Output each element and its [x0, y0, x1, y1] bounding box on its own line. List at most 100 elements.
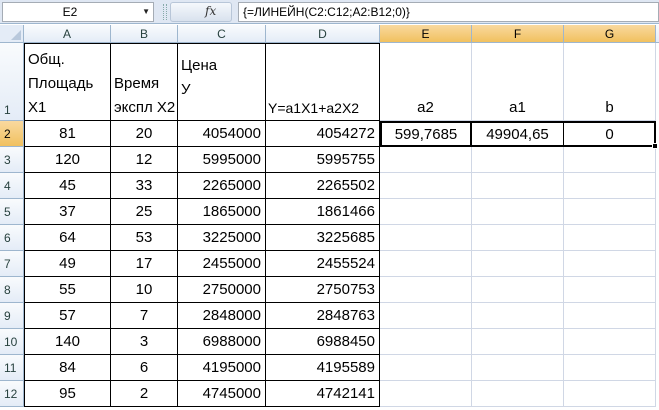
data-cell[interactable]: 5995000 [178, 147, 266, 173]
data-cell[interactable]: 4195589 [266, 355, 380, 381]
empty-cell[interactable] [472, 225, 564, 251]
data-cell[interactable]: 49 [24, 251, 111, 277]
row-header-1[interactable]: 1 [0, 43, 24, 121]
empty-cell[interactable] [564, 225, 656, 251]
data-cell[interactable]: 6988450 [266, 329, 380, 355]
insert-function-icon[interactable]: fx [205, 2, 216, 20]
data-cell[interactable]: 20 [111, 121, 178, 147]
data-cell[interactable]: 25 [111, 199, 178, 225]
column-header-D[interactable]: D [266, 25, 380, 43]
empty-cell[interactable] [564, 147, 656, 173]
empty-cell[interactable] [472, 329, 564, 355]
data-cell[interactable]: 64 [24, 225, 111, 251]
empty-cell[interactable] [472, 277, 564, 303]
empty-cell[interactable] [380, 147, 472, 173]
data-cell[interactable]: 6 [111, 355, 178, 381]
select-all-corner[interactable] [0, 25, 24, 43]
row-header-11[interactable]: 11 [0, 355, 24, 381]
header-cell-A[interactable]: Общ. Площадь Х1 [24, 43, 111, 121]
data-cell[interactable]: 3225685 [266, 225, 380, 251]
data-cell[interactable]: 81 [24, 121, 111, 147]
data-cell[interactable]: 4742141 [266, 381, 380, 407]
data-cell[interactable]: 55 [24, 277, 111, 303]
data-cell[interactable]: 37 [24, 199, 111, 225]
data-cell[interactable]: 2265502 [266, 173, 380, 199]
empty-cell[interactable] [564, 381, 656, 407]
empty-cell[interactable] [472, 251, 564, 277]
empty-cell[interactable] [564, 199, 656, 225]
empty-cell[interactable] [564, 303, 656, 329]
row-header-4[interactable]: 4 [0, 173, 24, 199]
row-header-10[interactable]: 10 [0, 329, 24, 355]
empty-cell[interactable] [380, 199, 472, 225]
empty-cell[interactable] [472, 303, 564, 329]
data-cell[interactable]: 57 [24, 303, 111, 329]
empty-cell[interactable] [472, 173, 564, 199]
empty-cell[interactable] [564, 251, 656, 277]
data-cell[interactable]: 3225000 [178, 225, 266, 251]
header-cell-D[interactable]: Y=a1X1+a2X2 [266, 43, 380, 121]
data-cell[interactable]: 4054000 [178, 121, 266, 147]
data-cell[interactable]: 33 [111, 173, 178, 199]
data-cell[interactable]: 3 [111, 329, 178, 355]
data-cell[interactable]: 4195000 [178, 355, 266, 381]
header-cell-E[interactable]: a2 [380, 43, 472, 121]
row-header-9[interactable]: 9 [0, 303, 24, 329]
formula-bar-splitter[interactable] [163, 4, 167, 20]
header-cell-F[interactable]: a1 [472, 43, 564, 121]
data-cell[interactable]: 2265000 [178, 173, 266, 199]
data-cell[interactable]: 2750000 [178, 277, 266, 303]
column-header-F[interactable]: F [472, 25, 564, 43]
name-box[interactable]: E2 ▼ [2, 2, 154, 22]
data-cell[interactable]: 2 [111, 381, 178, 407]
formula-input[interactable]: {=ЛИНЕЙН(C2:C12;A2:B12;0)} [238, 2, 659, 22]
data-cell[interactable]: 1861466 [266, 199, 380, 225]
data-cell[interactable]: 120 [24, 147, 111, 173]
column-header-C[interactable]: C [178, 25, 266, 43]
empty-cell[interactable] [380, 251, 472, 277]
data-cell[interactable]: 2848763 [266, 303, 380, 329]
empty-cell[interactable] [472, 147, 564, 173]
data-cell[interactable]: 2848000 [178, 303, 266, 329]
row-header-3[interactable]: 3 [0, 147, 24, 173]
name-box-dropdown-icon[interactable]: ▼ [142, 3, 150, 21]
empty-cell[interactable] [472, 381, 564, 407]
column-header-E[interactable]: E [380, 25, 472, 43]
data-cell[interactable]: 53 [111, 225, 178, 251]
empty-cell[interactable] [380, 303, 472, 329]
data-cell[interactable]: 12 [111, 147, 178, 173]
empty-cell[interactable] [564, 329, 656, 355]
data-cell[interactable]: 4054272 [266, 121, 380, 147]
data-cell[interactable]: 140 [24, 329, 111, 355]
row-header-5[interactable]: 5 [0, 199, 24, 225]
row-header-6[interactable]: 6 [0, 225, 24, 251]
column-header-B[interactable]: B [111, 25, 178, 43]
empty-cell[interactable] [564, 173, 656, 199]
empty-cell[interactable] [380, 277, 472, 303]
empty-cell[interactable] [380, 381, 472, 407]
data-cell[interactable]: 4745000 [178, 381, 266, 407]
empty-cell[interactable] [564, 355, 656, 381]
header-cell-G[interactable]: b [564, 43, 656, 121]
column-header-G[interactable]: G [564, 25, 656, 43]
data-cell[interactable]: 84 [24, 355, 111, 381]
row-header-8[interactable]: 8 [0, 277, 24, 303]
empty-cell[interactable] [380, 329, 472, 355]
data-cell[interactable]: 45 [24, 173, 111, 199]
data-cell[interactable]: 2455524 [266, 251, 380, 277]
data-cell[interactable]: 6988000 [178, 329, 266, 355]
fill-handle[interactable] [652, 143, 658, 149]
empty-cell[interactable] [564, 277, 656, 303]
column-header-A[interactable]: A [24, 25, 111, 43]
empty-cell[interactable] [380, 225, 472, 251]
header-cell-B[interactable]: Время экспл Х2 [111, 43, 178, 121]
empty-cell[interactable] [472, 355, 564, 381]
row-header-2[interactable]: 2 [0, 121, 24, 147]
data-cell[interactable]: 2455000 [178, 251, 266, 277]
data-cell[interactable]: 10 [111, 277, 178, 303]
empty-cell[interactable] [472, 199, 564, 225]
header-cell-C[interactable]: Цена У [178, 43, 266, 121]
empty-cell[interactable] [380, 355, 472, 381]
empty-cell[interactable] [380, 173, 472, 199]
row-header-12[interactable]: 12 [0, 381, 24, 407]
